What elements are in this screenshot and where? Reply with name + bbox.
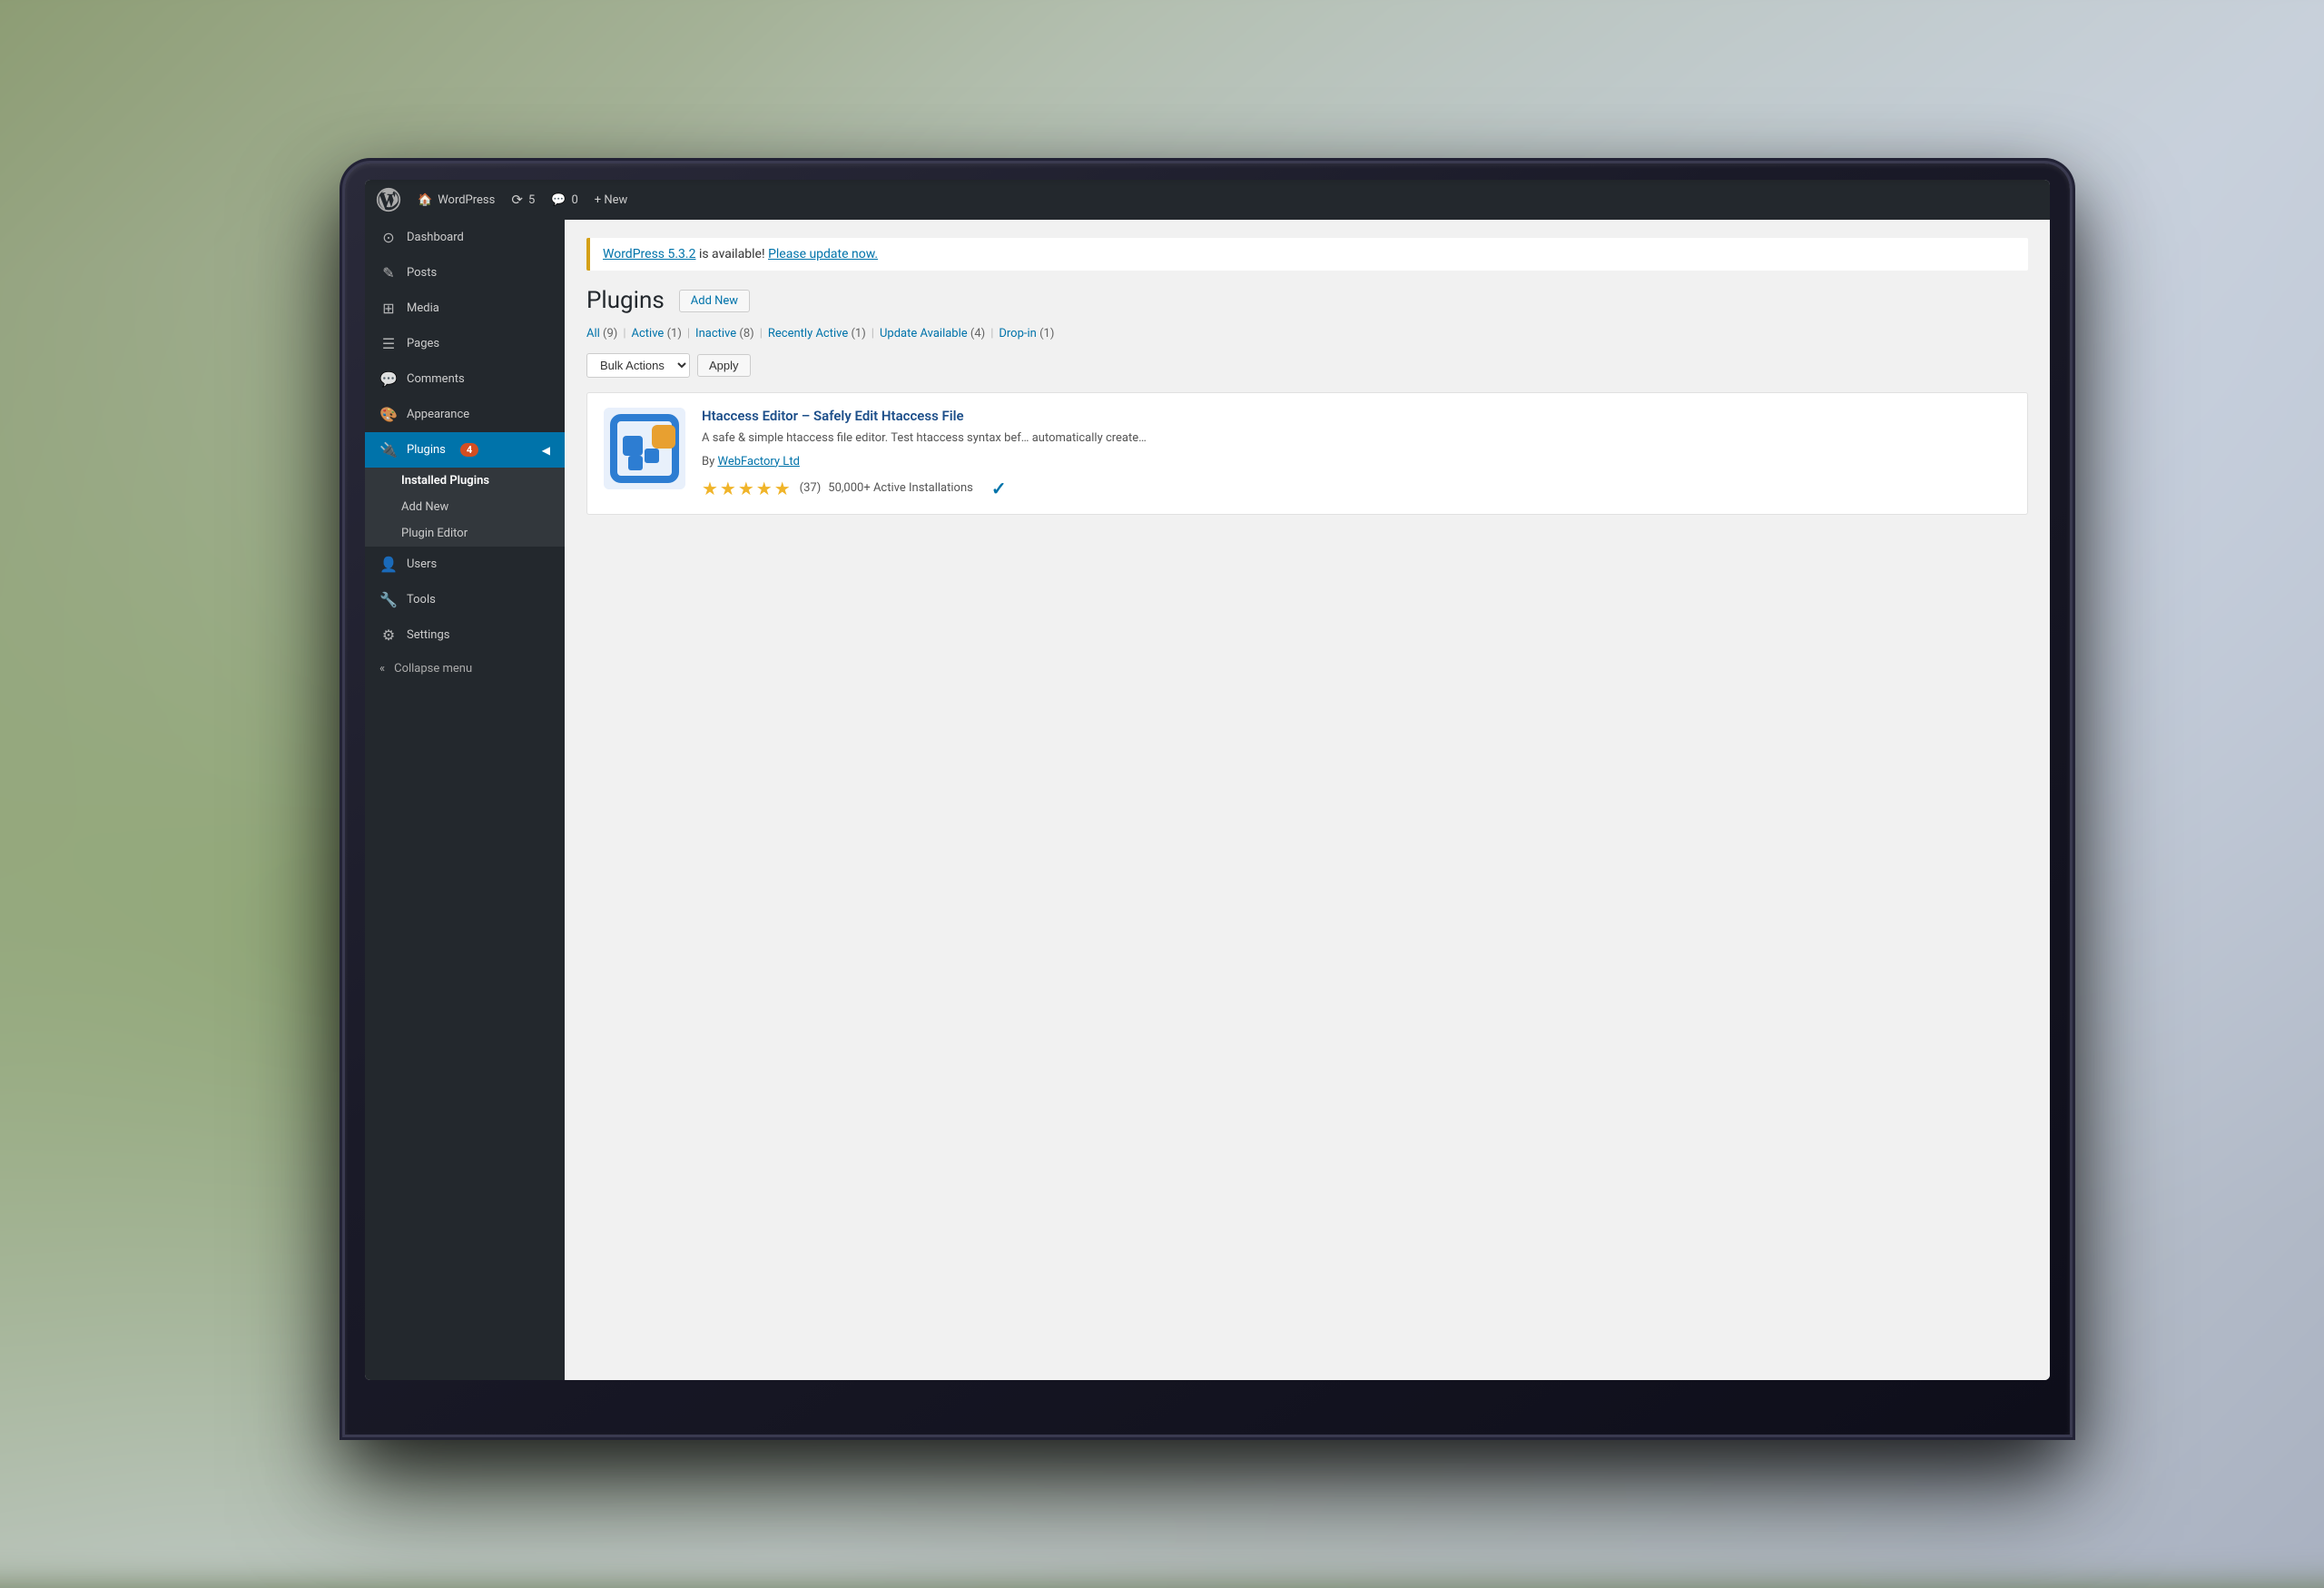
submenu-plugin-editor[interactable]: Plugin Editor bbox=[365, 520, 565, 547]
plugin-name: Htaccess Editor – Safely Edit Htaccess F… bbox=[702, 408, 2011, 424]
add-new-button[interactable]: Add New bbox=[679, 290, 750, 312]
tools-icon: 🔧 bbox=[379, 591, 398, 608]
comments-icon: 💬 bbox=[551, 193, 566, 207]
sidebar-label-dashboard: Dashboard bbox=[407, 231, 464, 244]
author-link[interactable]: WebFactory Ltd bbox=[718, 455, 800, 469]
collapse-menu-button[interactable]: « Collapse menu bbox=[365, 653, 565, 685]
plugins-icon: 🔌 bbox=[379, 441, 398, 459]
sidebar-item-tools[interactable]: 🔧 Tools bbox=[365, 582, 565, 617]
laptop-device: 🏠 WordPress ⟳ 5 💬 0 + New bbox=[345, 163, 2070, 1435]
page-header: Plugins Add New bbox=[586, 287, 2028, 314]
plugins-badge: 4 bbox=[460, 443, 478, 457]
plugin-logo-svg bbox=[605, 409, 684, 488]
active-checkmark: ✓ bbox=[991, 478, 1007, 499]
sidebar-label-posts: Posts bbox=[407, 266, 437, 280]
filter-links-bar: All (9) | Active (1) | Inactive (8) | Re… bbox=[586, 327, 2028, 340]
install-count: 50,000+ Active Installations bbox=[828, 481, 973, 495]
apply-button[interactable]: Apply bbox=[697, 354, 751, 377]
filter-update-available[interactable]: Update Available (4) bbox=[880, 327, 985, 340]
updates-icon: ⟳ bbox=[511, 192, 523, 208]
sidebar-label-tools: Tools bbox=[407, 593, 436, 607]
wp-version-link[interactable]: WordPress 5.3.2 bbox=[603, 247, 695, 261]
wp-content-area: ⊙ Dashboard ✎ Posts ⊞ Media bbox=[365, 220, 2050, 1380]
page-title: Plugins bbox=[586, 287, 665, 314]
site-name-button[interactable]: 🏠 WordPress bbox=[418, 193, 495, 207]
sidebar-item-media[interactable]: ⊞ Media bbox=[365, 291, 565, 326]
new-label: + New bbox=[595, 193, 628, 207]
sidebar-label-appearance: Appearance bbox=[407, 408, 469, 421]
pages-icon: ☰ bbox=[379, 335, 398, 352]
submenu-installed-plugins[interactable]: Installed Plugins bbox=[365, 468, 565, 494]
plugin-icon bbox=[604, 408, 685, 489]
posts-icon: ✎ bbox=[379, 264, 398, 281]
comments-count: 0 bbox=[571, 193, 577, 207]
wp-logo-button[interactable] bbox=[376, 187, 401, 212]
sidebar-item-comments[interactable]: 💬 Comments bbox=[365, 361, 565, 397]
author-label: By bbox=[702, 455, 714, 469]
plugin-rating-row: ★★★★★ (37) 50,000+ Active Installations … bbox=[702, 478, 2011, 499]
sidebar-item-users[interactable]: 👤 Users bbox=[365, 547, 565, 582]
collapse-label: Collapse menu bbox=[394, 662, 472, 676]
wordpress-icon bbox=[376, 187, 401, 212]
comments-button[interactable]: 💬 0 bbox=[551, 193, 578, 207]
filter-recently-active[interactable]: Recently Active (1) bbox=[768, 327, 866, 340]
update-now-link[interactable]: Please update now. bbox=[768, 247, 878, 261]
sidebar-item-dashboard[interactable]: ⊙ Dashboard bbox=[365, 220, 565, 255]
appearance-icon: 🎨 bbox=[379, 406, 398, 423]
sidebar-item-settings[interactable]: ⚙ Settings bbox=[365, 617, 565, 653]
plugin-card: Htaccess Editor – Safely Edit Htaccess F… bbox=[586, 392, 2028, 515]
update-message: is available! bbox=[695, 247, 768, 261]
sidebar-item-plugins[interactable]: 🔌 Plugins 4 ◀ bbox=[365, 432, 565, 468]
bulk-actions-select[interactable]: Bulk Actions Activate Deactivate Delete bbox=[586, 353, 690, 378]
laptop-bezel: 🏠 WordPress ⟳ 5 💬 0 + New bbox=[345, 163, 2070, 1435]
media-icon: ⊞ bbox=[379, 300, 398, 317]
plugin-description: A safe & simple htaccess file editor. Te… bbox=[702, 429, 2011, 448]
sidebar-label-media: Media bbox=[407, 301, 439, 315]
updates-count: 5 bbox=[528, 193, 535, 207]
comments-sidebar-icon: 💬 bbox=[379, 370, 398, 388]
sidebar-item-appearance[interactable]: 🎨 Appearance bbox=[365, 397, 565, 432]
settings-icon: ⚙ bbox=[379, 626, 398, 644]
bulk-actions-bar: Bulk Actions Activate Deactivate Delete … bbox=[586, 353, 2028, 378]
plugin-author: By WebFactory Ltd bbox=[702, 455, 2011, 469]
updates-button[interactable]: ⟳ 5 bbox=[511, 192, 535, 208]
wp-admin-bar: 🏠 WordPress ⟳ 5 💬 0 + New bbox=[365, 180, 2050, 220]
users-icon: 👤 bbox=[379, 556, 398, 573]
plugin-stars: ★★★★★ bbox=[702, 478, 793, 499]
sidebar-label-pages: Pages bbox=[407, 337, 439, 350]
wp-sidebar: ⊙ Dashboard ✎ Posts ⊞ Media bbox=[365, 220, 565, 1380]
sidebar-label-plugins: Plugins bbox=[407, 443, 446, 457]
plugins-submenu: Installed Plugins Add New Plugin Editor bbox=[365, 468, 565, 547]
sidebar-item-pages[interactable]: ☰ Pages bbox=[365, 326, 565, 361]
plugin-info: Htaccess Editor – Safely Edit Htaccess F… bbox=[702, 408, 2011, 499]
review-count: (37) bbox=[800, 481, 822, 495]
site-name-label: WordPress bbox=[438, 193, 495, 207]
collapse-icon: « bbox=[379, 662, 385, 676]
plugin-icon-inner bbox=[604, 408, 685, 489]
new-content-button[interactable]: + New bbox=[595, 193, 628, 207]
arrow-icon: ◀ bbox=[542, 444, 550, 457]
filter-all[interactable]: All (9) bbox=[586, 327, 617, 340]
submenu-add-new[interactable]: Add New bbox=[365, 494, 565, 520]
filter-active[interactable]: Active (1) bbox=[632, 327, 682, 340]
sidebar-label-settings: Settings bbox=[407, 628, 449, 642]
wp-main-content: WordPress 5.3.2 is available! Please upd… bbox=[565, 220, 2050, 1380]
home-icon: 🏠 bbox=[418, 193, 432, 207]
update-notice-banner: WordPress 5.3.2 is available! Please upd… bbox=[586, 238, 2028, 271]
dashboard-icon: ⊙ bbox=[379, 229, 398, 246]
sidebar-label-users: Users bbox=[407, 557, 437, 571]
sidebar-item-posts[interactable]: ✎ Posts bbox=[365, 255, 565, 291]
filter-inactive[interactable]: Inactive (8) bbox=[695, 327, 754, 340]
sidebar-label-comments: Comments bbox=[407, 372, 465, 386]
filter-drop-in[interactable]: Drop-in (1) bbox=[999, 327, 1054, 340]
screen: 🏠 WordPress ⟳ 5 💬 0 + New bbox=[365, 180, 2050, 1380]
